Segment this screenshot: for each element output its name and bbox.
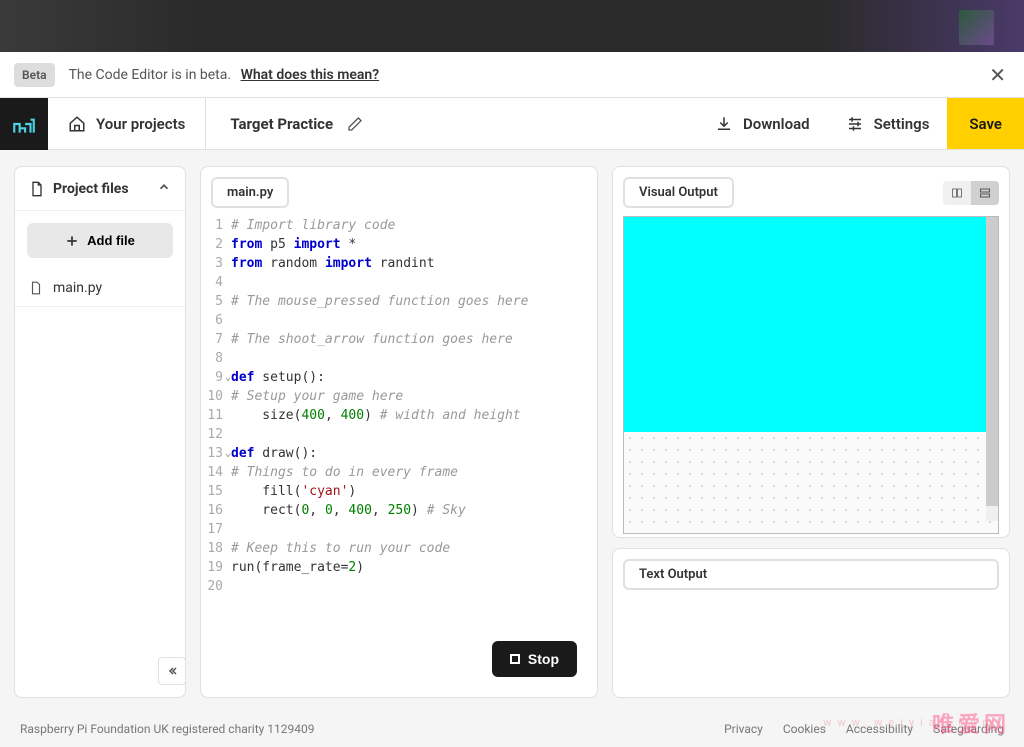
charity-text: Raspberry Pi Foundation UK registered ch… — [20, 722, 315, 736]
beta-banner: Beta The Code Editor is in beta. What do… — [0, 52, 1024, 98]
canvas-ground — [624, 432, 998, 534]
footer-link[interactable]: Accessibility — [846, 722, 913, 736]
download-button[interactable]: Download — [697, 98, 828, 149]
download-label: Download — [743, 115, 810, 133]
footer-links: Privacy Cookies Accessibility Safeguarding — [724, 722, 1004, 736]
close-icon[interactable]: ✕ — [985, 59, 1010, 91]
view-toggle-split[interactable] — [943, 181, 971, 205]
collapse-sidebar-button[interactable] — [158, 657, 186, 685]
editor-panel: main.py 1234567891011121314151617181920 … — [200, 166, 598, 698]
save-button[interactable]: Save — [947, 98, 1024, 149]
add-file-label: Add file — [87, 233, 135, 248]
toolbar-right: Download Settings Save — [697, 98, 1024, 149]
add-file-button[interactable]: Add file — [27, 223, 173, 258]
avatar — [959, 10, 994, 45]
project-title-area: Target Practice — [206, 115, 387, 133]
project-title: Target Practice — [230, 115, 333, 133]
view-toggles — [943, 181, 999, 205]
workspace: Project files Add file main.py main.py 1… — [0, 150, 1024, 698]
output-panel: Visual Output Text Output — [612, 166, 1010, 698]
settings-label: Settings — [874, 115, 930, 133]
file-icon — [29, 281, 43, 295]
sidebar-title: Project files — [53, 181, 149, 197]
beta-badge: Beta — [14, 63, 55, 87]
file-name: main.py — [53, 280, 102, 296]
beta-message: The Code Editor is in beta. What does th… — [69, 67, 380, 83]
your-projects-label: Your projects — [96, 115, 185, 133]
canvas-frame — [623, 216, 999, 534]
editor-tabs: main.py — [201, 167, 597, 208]
plus-icon — [65, 234, 79, 248]
your-projects-link[interactable]: Your projects — [48, 98, 206, 149]
footer: Raspberry Pi Foundation UK registered ch… — [0, 711, 1024, 747]
beta-link[interactable]: What does this mean? — [241, 67, 380, 83]
visual-output-header: Visual Output — [623, 177, 999, 208]
browser-chrome-blur — [0, 0, 1024, 52]
text-output-tab[interactable]: Text Output — [623, 559, 999, 590]
sidebar-header: Project files — [15, 167, 185, 211]
edit-icon[interactable] — [347, 116, 363, 132]
footer-link[interactable]: Safeguarding — [933, 722, 1004, 736]
download-icon — [715, 115, 733, 133]
visual-output-panel: Visual Output — [612, 166, 1010, 538]
gutter: 1234567891011121314151617181920 — [201, 216, 231, 697]
text-output-panel: Text Output — [612, 548, 1010, 698]
visual-output-tab[interactable]: Visual Output — [623, 177, 734, 208]
file-item[interactable]: main.py — [15, 270, 185, 307]
code-area[interactable]: 1234567891011121314151617181920 # Import… — [201, 208, 597, 697]
settings-icon — [846, 115, 864, 133]
home-icon — [68, 115, 86, 133]
footer-link[interactable]: Privacy — [724, 722, 763, 736]
canvas-sky — [624, 217, 998, 432]
footer-link[interactable]: Cookies — [783, 722, 826, 736]
logo[interactable] — [0, 98, 48, 150]
stop-label: Stop — [528, 651, 559, 667]
scrollbar-vertical[interactable] — [986, 217, 998, 521]
toolbar: Your projects Target Practice Download S… — [0, 98, 1024, 150]
code-lines[interactable]: # Import library codefrom p5 import *fro… — [231, 216, 597, 697]
view-toggle-tabs[interactable] — [971, 181, 999, 205]
sidebar: Project files Add file main.py — [14, 166, 186, 698]
save-label: Save — [969, 115, 1002, 133]
beta-message-text: The Code Editor is in beta. — [69, 67, 232, 83]
file-icon — [29, 181, 45, 197]
stop-button[interactable]: Stop — [492, 641, 577, 677]
editor-tab[interactable]: main.py — [211, 177, 289, 208]
chevron-up-icon[interactable] — [157, 179, 171, 198]
settings-button[interactable]: Settings — [828, 98, 948, 149]
stop-icon — [510, 654, 520, 664]
